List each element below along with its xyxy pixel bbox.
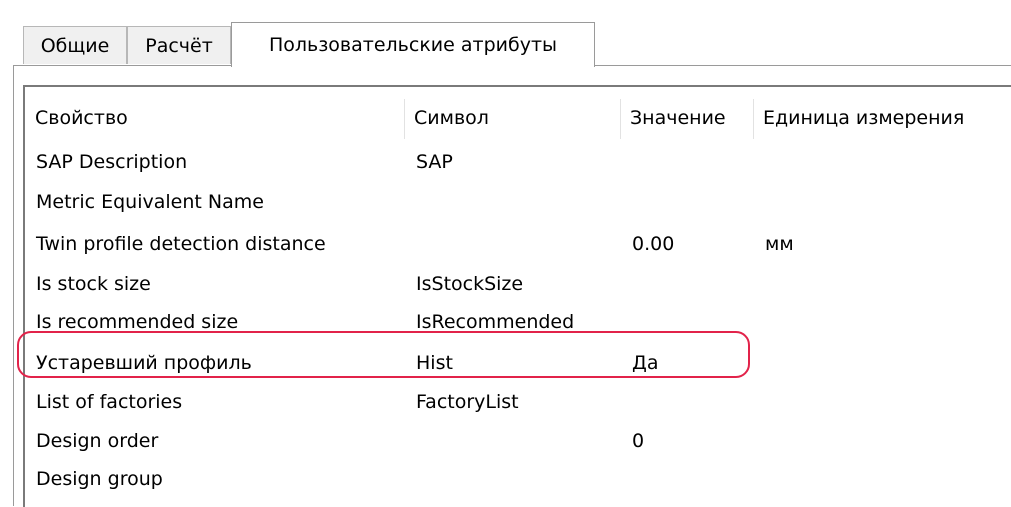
property-cell: Twin profile detection distance: [36, 233, 326, 255]
table-row[interactable]: Is recommended size IsRecommended: [25, 303, 1011, 341]
property-cell: List of factories: [36, 391, 183, 413]
symbol-cell: Hist: [416, 352, 453, 374]
property-cell: Is recommended size: [36, 311, 239, 333]
column-header-property[interactable]: Свойство: [25, 97, 404, 139]
property-cell: Metric Equivalent Name: [36, 191, 264, 213]
table-row[interactable]: Устаревший профиль Hist Да: [25, 344, 1011, 382]
tab-user-attributes[interactable]: Пользовательские атрибуты: [231, 22, 595, 67]
table-row[interactable]: Twin profile detection distance 0.00 мм: [25, 225, 1011, 263]
property-cell: Design order: [36, 430, 159, 452]
column-separator[interactable]: [620, 99, 621, 139]
property-cell: SAP Description: [36, 151, 188, 173]
symbol-cell: SAP: [416, 151, 453, 173]
symbol-cell: IsStockSize: [416, 273, 524, 295]
table-row[interactable]: Design order 0: [25, 422, 1011, 460]
table-header: Свойство Символ Значение Единица измерен…: [25, 97, 1011, 139]
tab-calculation[interactable]: Расчёт: [127, 26, 231, 64]
column-separator[interactable]: [404, 99, 405, 139]
property-cell: Design group: [36, 468, 163, 490]
tab-general[interactable]: Общие: [23, 26, 127, 64]
table-row[interactable]: SAP Description SAP: [25, 143, 1011, 181]
table-row[interactable]: Is stock size IsStockSize: [25, 265, 1011, 303]
table-row[interactable]: Design group: [25, 460, 1011, 498]
column-separator[interactable]: [753, 99, 754, 139]
property-cell: Is stock size: [36, 273, 151, 295]
table-row[interactable]: Metric Equivalent Name: [25, 183, 1011, 221]
column-header-symbol[interactable]: Символ: [404, 97, 620, 139]
value-cell[interactable]: Да: [632, 344, 659, 382]
table-row[interactable]: List of factories FactoryList: [25, 383, 1011, 421]
column-header-value[interactable]: Значение: [620, 97, 753, 139]
value-cell[interactable]: 0: [632, 422, 644, 460]
symbol-cell: IsRecommended: [416, 311, 575, 333]
unit-cell: мм: [765, 233, 794, 255]
value-cell[interactable]: 0.00: [632, 225, 674, 263]
symbol-cell: FactoryList: [416, 391, 519, 413]
property-cell: Устаревший профиль: [36, 352, 252, 374]
column-header-unit[interactable]: Единица измерения: [753, 97, 1011, 139]
